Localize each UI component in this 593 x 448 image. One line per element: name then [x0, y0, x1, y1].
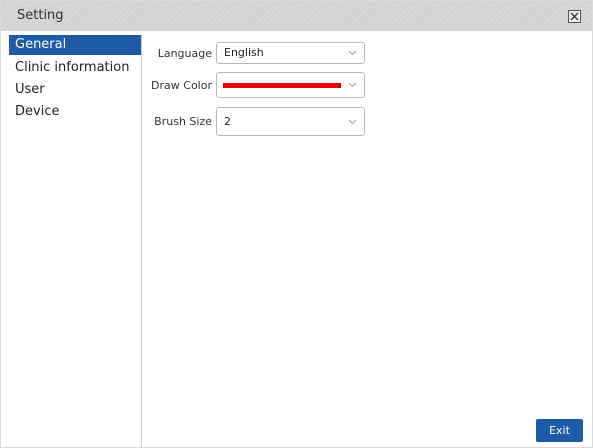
- draw-color-select[interactable]: [216, 72, 365, 98]
- sidebar-item-general[interactable]: General: [9, 35, 141, 55]
- brush-size-value: 2: [224, 115, 231, 128]
- general-settings-panel: Language English Draw Color Brush Size 2: [142, 34, 592, 447]
- chevron-down-icon: [348, 82, 357, 88]
- sidebar-item-user[interactable]: User: [9, 80, 141, 100]
- sidebar-item-label: Device: [15, 104, 60, 119]
- draw-color-label: Draw Color: [151, 79, 212, 92]
- brush-size-label: Brush Size: [154, 115, 212, 128]
- chevron-down-icon: [348, 50, 357, 56]
- title-bar: Setting: [1, 1, 592, 31]
- sidebar-item-device[interactable]: Device: [9, 102, 141, 122]
- draw-color-swatch: [223, 83, 341, 88]
- settings-window: Setting General Clinic information User …: [0, 0, 593, 448]
- sidebar-item-label: Clinic information: [15, 60, 130, 75]
- window-title: Setting: [17, 8, 64, 23]
- language-select[interactable]: English: [216, 42, 365, 64]
- close-button[interactable]: [568, 10, 581, 23]
- exit-button[interactable]: Exit: [536, 419, 583, 442]
- settings-sidebar: General Clinic information User Device: [9, 34, 142, 447]
- language-value: English: [224, 46, 264, 59]
- language-label: Language: [157, 47, 212, 60]
- sidebar-item-clinic-information[interactable]: Clinic information: [9, 58, 141, 78]
- sidebar-item-label: User: [15, 82, 45, 97]
- brush-size-select[interactable]: 2: [216, 107, 365, 136]
- chevron-down-icon: [348, 119, 357, 125]
- sidebar-item-label: General: [15, 37, 67, 52]
- close-icon: [570, 12, 579, 21]
